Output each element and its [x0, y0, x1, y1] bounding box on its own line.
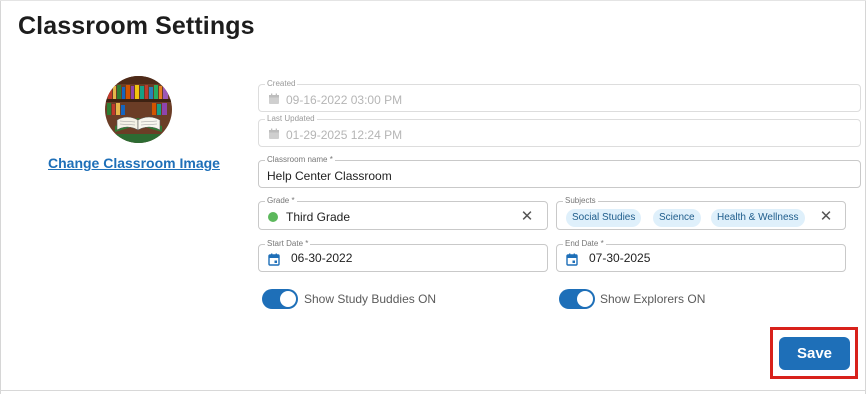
- subjects-label: Subjects: [563, 196, 598, 206]
- created-field: Created 09-16-2022 03:00 PM: [258, 79, 861, 112]
- start-date-label: Start Date *: [265, 239, 311, 249]
- settings-panel: [0, 0, 866, 394]
- end-date-value: 07-30-2025: [589, 251, 651, 265]
- toggle-knob: [280, 291, 296, 307]
- grade-label: Grade *: [265, 196, 297, 206]
- classroom-image: [105, 76, 172, 143]
- toggle-knob: [577, 291, 593, 307]
- explorers-label: Show Explorers ON: [600, 292, 706, 306]
- subject-chip[interactable]: Science: [653, 209, 701, 227]
- save-button[interactable]: Save: [779, 337, 850, 370]
- start-date-value: 06-30-2022: [291, 251, 353, 265]
- explorers-toggle[interactable]: [559, 289, 595, 309]
- last-updated-label: Last Updated: [265, 114, 317, 124]
- study-buddies-label: Show Study Buddies ON: [304, 292, 437, 306]
- classroom-name-value[interactable]: Help Center Classroom: [267, 169, 392, 183]
- classroom-name-label: Classroom name *: [265, 155, 335, 165]
- classroom-name-input[interactable]: Classroom name * Help Center Classroom: [258, 155, 861, 188]
- last-updated-field: Last Updated 01-29-2025 12:24 PM: [258, 114, 861, 147]
- grade-select[interactable]: Grade * Third Grade ✕: [258, 196, 548, 230]
- last-updated-value: 01-29-2025 12:24 PM: [286, 128, 403, 142]
- created-value: 09-16-2022 03:00 PM: [286, 93, 403, 107]
- panel-bottom-border: [0, 390, 866, 391]
- save-highlight-box: Save: [770, 327, 858, 379]
- subject-chip[interactable]: Health & Wellness: [711, 209, 805, 227]
- change-classroom-image-link[interactable]: Change Classroom Image: [48, 155, 220, 171]
- end-date-label: End Date *: [563, 239, 606, 249]
- page-title: Classroom Settings: [18, 12, 255, 40]
- clear-grade-close-icon[interactable]: ✕: [519, 209, 535, 225]
- panel-top-border: [0, 0, 866, 1]
- created-label: Created: [265, 79, 298, 89]
- study-buddies-toggle[interactable]: [262, 289, 298, 309]
- grade-status-dot: [268, 212, 278, 222]
- start-date-input[interactable]: Start Date * 06-30-2022: [258, 239, 548, 272]
- calendar-icon: [269, 93, 279, 104]
- grade-value: Third Grade: [286, 210, 351, 224]
- calendar-icon[interactable]: [566, 253, 578, 266]
- calendar-icon: [269, 128, 279, 139]
- subjects-select[interactable]: Subjects Social Studies Science Health &…: [556, 196, 846, 230]
- end-date-input[interactable]: End Date * 07-30-2025: [556, 239, 846, 272]
- clear-subjects-close-icon[interactable]: ✕: [818, 209, 834, 225]
- subject-chip[interactable]: Social Studies: [566, 209, 642, 227]
- calendar-icon[interactable]: [268, 253, 280, 266]
